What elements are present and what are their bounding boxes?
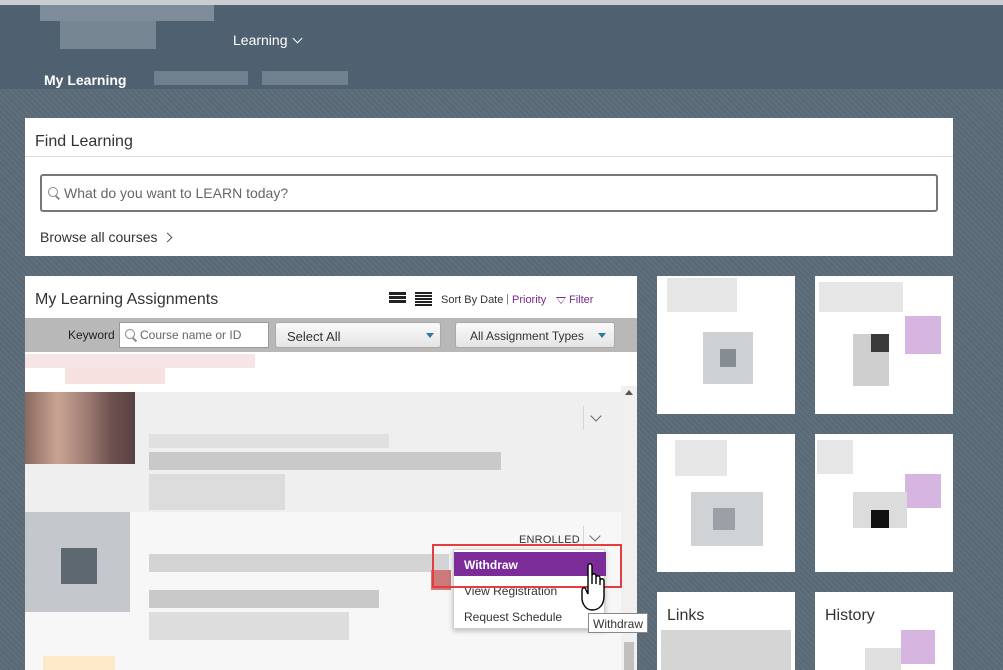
search-icon xyxy=(125,329,137,341)
redacted-tile-icon-dark xyxy=(871,334,889,352)
detail-view-icon[interactable] xyxy=(415,292,432,307)
chevron-right-icon xyxy=(162,232,172,242)
nav-learning-label: Learning xyxy=(233,32,288,48)
scroll-thumb[interactable] xyxy=(624,642,634,670)
redacted-subnav-item xyxy=(154,71,248,85)
history-title: History xyxy=(825,607,875,624)
redacted-course-detail-2 xyxy=(149,474,285,510)
top-header: Learning My Learning xyxy=(0,5,1003,89)
redacted-course-detail-2 xyxy=(149,612,349,640)
tile-1[interactable] xyxy=(657,276,795,414)
sort-separator: | xyxy=(506,293,509,305)
assignment-types-dropdown[interactable]: All Assignment Types xyxy=(455,322,615,348)
find-learning-title: Find Learning xyxy=(35,133,133,150)
redacted-tile-icon-dark xyxy=(871,510,889,528)
assignments-title: My Learning Assignments xyxy=(35,291,219,308)
filter-icon xyxy=(556,296,566,304)
course-thumbnail xyxy=(25,392,135,464)
history-tile[interactable]: History xyxy=(815,592,953,670)
chevron-down-icon xyxy=(292,33,302,43)
redacted-tile-content xyxy=(667,278,737,312)
tile-3[interactable] xyxy=(657,434,795,572)
tooltip: Withdraw xyxy=(588,613,648,633)
redacted-next-thumbnail xyxy=(43,656,115,670)
links-tile[interactable]: Links xyxy=(657,592,795,670)
list-item[interactable] xyxy=(25,392,621,512)
learn-search-box[interactable] xyxy=(40,174,938,212)
redacted-tile-content xyxy=(819,282,903,312)
redacted-row-header-2 xyxy=(65,368,165,384)
redacted-tile-icon-center xyxy=(720,349,736,367)
tile-2[interactable] xyxy=(815,276,953,414)
assignment-types-value: All Assignment Types xyxy=(470,329,584,343)
caret-down-icon xyxy=(598,333,606,338)
redacted-course-detail xyxy=(149,452,501,470)
select-all-value: Select All xyxy=(287,329,341,344)
redacted-history-accent xyxy=(901,630,935,664)
links-title: Links xyxy=(667,607,705,624)
redacted-tile-content xyxy=(817,440,853,474)
tile-4[interactable] xyxy=(815,434,953,572)
keyword-field[interactable] xyxy=(119,322,269,348)
redacted-row-header xyxy=(25,354,255,368)
redacted-course-detail xyxy=(149,590,379,608)
redacted-course-thumbnail-center xyxy=(61,548,97,584)
redacted-tile-content xyxy=(675,440,727,476)
redacted-tile-accent xyxy=(905,316,941,354)
subnav-my-learning[interactable]: My Learning xyxy=(44,72,126,88)
redacted-course-title xyxy=(149,554,449,572)
sort-by-date[interactable]: Sort By Date xyxy=(441,294,503,306)
browse-all-courses-link[interactable]: Browse all courses xyxy=(40,229,172,245)
row-divider xyxy=(583,406,584,430)
filter-button[interactable]: Filter xyxy=(556,294,593,306)
redacted-logo-lower xyxy=(60,21,156,49)
redacted-history-content xyxy=(865,648,901,670)
search-icon xyxy=(48,187,60,199)
redacted-course-title xyxy=(149,434,389,448)
redacted-tile-icon-center xyxy=(713,508,735,530)
nav-learning-menu[interactable]: Learning xyxy=(233,32,302,48)
chevron-down-icon[interactable] xyxy=(590,410,602,422)
hand-cursor-icon xyxy=(581,563,605,611)
find-learning-panel: Find Learning Browse all courses xyxy=(25,118,953,256)
filter-label: Filter xyxy=(569,294,594,306)
redacted-subnav-item-2 xyxy=(262,71,348,85)
browse-all-courses-label: Browse all courses xyxy=(40,229,158,245)
learn-search-input[interactable] xyxy=(64,185,914,201)
sort-by-priority-link[interactable]: Priority xyxy=(512,294,546,306)
redacted-tile-accent xyxy=(905,474,941,508)
caret-down-icon xyxy=(426,333,434,338)
select-all-dropdown[interactable]: Select All xyxy=(275,322,441,348)
redacted-links-content xyxy=(661,630,791,670)
keyword-input[interactable] xyxy=(140,328,265,342)
filter-bar: Keyword Select All All Assignment Types xyxy=(25,318,637,352)
list-view-icon[interactable] xyxy=(389,292,406,307)
redacted-logo xyxy=(40,5,214,21)
scroll-up-icon[interactable] xyxy=(625,390,633,395)
divider xyxy=(25,156,953,157)
keyword-label: Keyword xyxy=(68,328,115,342)
